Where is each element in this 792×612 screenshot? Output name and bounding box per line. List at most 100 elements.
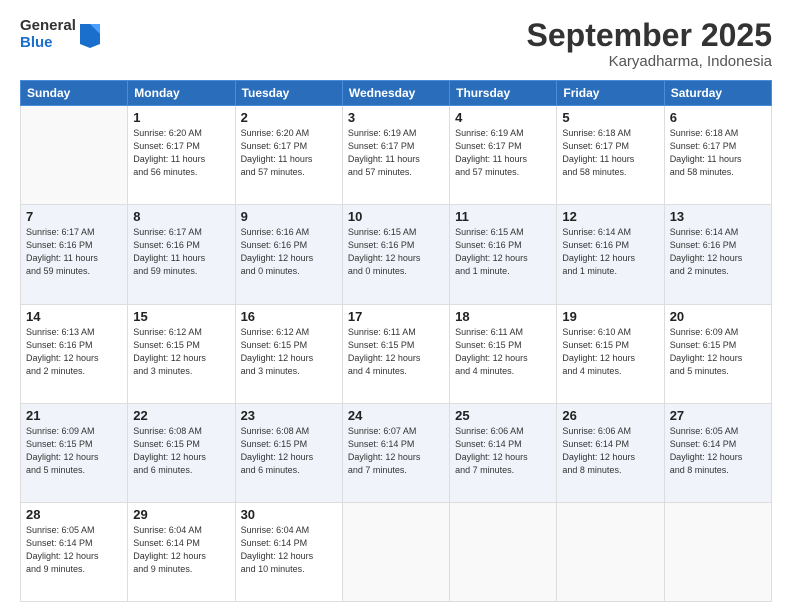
calendar-day-cell: 12 Sunrise: 6:14 AMSunset: 6:16 PMDayligh… [557,205,664,304]
day-header-monday: Monday [128,81,235,106]
day-number: 21 [26,408,122,423]
calendar-day-cell: 9Sunrise: 6:16 AMSunset: 6:16 PMDaylight… [235,205,342,304]
logo: General Blue [20,18,102,51]
day-header-thursday: Thursday [450,81,557,106]
day-info: Sunrise: 6:14 AMSunset: 6:16 PMDaylight:… [670,226,766,278]
day-number: 26 [562,408,658,423]
calendar-day-cell: 10Sunrise: 6:15 AMSunset: 6:16 PMDayligh… [342,205,449,304]
calendar-day-cell: 7 Sunrise: 6:17 AMSunset: 6:16 PMDaylight… [21,205,128,304]
calendar-day-cell: 28 Sunrise: 6:05 AMSunset: 6:14 PMDayligh… [21,502,128,601]
calendar-day-cell: 27 Sunrise: 6:05 AMSunset: 6:14 PMDayligh… [664,403,771,502]
day-header-saturday: Saturday [664,81,771,106]
calendar-day-cell: 18Sunrise: 6:11 AMSunset: 6:15 PMDayligh… [450,304,557,403]
day-info: Sunrise: 6:14 AMSunset: 6:16 PMDaylight:… [562,226,658,278]
calendar-day-cell: 17 Sunrise: 6:11 AMSunset: 6:15 PMDayligh… [342,304,449,403]
day-info: Sunrise: 6:18 AMSunset: 6:17 PMDaylight:… [562,127,658,179]
day-info: Sunrise: 6:09 AMSunset: 6:15 PMDaylight:… [26,425,122,477]
calendar-day-cell: 4 Sunrise: 6:19 AMSunset: 6:17 PMDaylight… [450,106,557,205]
day-number: 10 [348,209,444,224]
day-info: Sunrise: 6:19 AMSunset: 6:17 PMDaylight:… [455,127,551,179]
calendar-day-cell [450,502,557,601]
logo-icon [78,20,102,48]
calendar-week-row: 7 Sunrise: 6:17 AMSunset: 6:16 PMDaylight… [21,205,772,304]
calendar-day-cell: 26 Sunrise: 6:06 AMSunset: 6:14 PMDayligh… [557,403,664,502]
header: General Blue September 2025 Karyadharma,… [20,18,772,70]
calendar-header-row: SundayMondayTuesdayWednesdayThursdayFrid… [21,81,772,106]
day-info: Sunrise: 6:06 AMSunset: 6:14 PMDaylight:… [455,425,551,477]
calendar-day-cell: 6Sunrise: 6:18 AMSunset: 6:17 PMDaylight… [664,106,771,205]
day-info: Sunrise: 6:09 AMSunset: 6:15 PMDaylight:… [670,326,766,378]
day-number: 19 [562,309,658,324]
calendar-day-cell [21,106,128,205]
day-header-tuesday: Tuesday [235,81,342,106]
day-number: 20 [670,309,766,324]
day-info: Sunrise: 6:17 AMSunset: 6:16 PMDaylight:… [133,226,229,278]
day-number: 28 [26,507,122,522]
calendar-day-cell: 1 Sunrise: 6:20 AMSunset: 6:17 PMDaylight… [128,106,235,205]
calendar-day-cell: 29Sunrise: 6:04 AMSunset: 6:14 PMDayligh… [128,502,235,601]
day-info: Sunrise: 6:04 AMSunset: 6:14 PMDaylight:… [241,524,337,576]
day-number: 17 [348,309,444,324]
day-number: 4 [455,110,551,125]
day-info: Sunrise: 6:15 AMSunset: 6:16 PMDaylight:… [455,226,551,278]
calendar-day-cell: 16 Sunrise: 6:12 AMSunset: 6:15 PMDayligh… [235,304,342,403]
calendar: SundayMondayTuesdayWednesdayThursdayFrid… [20,80,772,602]
day-info: Sunrise: 6:19 AMSunset: 6:17 PMDaylight:… [348,127,444,179]
calendar-day-cell: 20 Sunrise: 6:09 AMSunset: 6:15 PMDayligh… [664,304,771,403]
calendar-day-cell [342,502,449,601]
day-info: Sunrise: 6:13 AMSunset: 6:16 PMDaylight:… [26,326,122,378]
page-title: September 2025 [527,18,772,53]
day-info: Sunrise: 6:20 AMSunset: 6:17 PMDaylight:… [241,127,337,179]
calendar-day-cell: 19Sunrise: 6:10 AMSunset: 6:15 PMDayligh… [557,304,664,403]
day-number: 2 [241,110,337,125]
day-header-wednesday: Wednesday [342,81,449,106]
page: General Blue September 2025 Karyadharma,… [0,0,792,612]
day-header-sunday: Sunday [21,81,128,106]
day-number: 24 [348,408,444,423]
calendar-day-cell: 30 Sunrise: 6:04 AMSunset: 6:14 PMDayligh… [235,502,342,601]
calendar-day-cell: 14 Sunrise: 6:13 AMSunset: 6:16 PMDayligh… [21,304,128,403]
logo-text: General Blue [20,18,76,51]
calendar-day-cell [664,502,771,601]
day-info: Sunrise: 6:12 AMSunset: 6:15 PMDaylight:… [241,326,337,378]
day-number: 16 [241,309,337,324]
day-number: 27 [670,408,766,423]
day-number: 30 [241,507,337,522]
calendar-day-cell: 2 Sunrise: 6:20 AMSunset: 6:17 PMDaylight… [235,106,342,205]
calendar-week-row: 14 Sunrise: 6:13 AMSunset: 6:16 PMDayligh… [21,304,772,403]
day-number: 8 [133,209,229,224]
day-info: Sunrise: 6:17 AMSunset: 6:16 PMDaylight:… [26,226,122,278]
day-number: 15 [133,309,229,324]
day-info: Sunrise: 6:16 AMSunset: 6:16 PMDaylight:… [241,226,337,278]
day-number: 25 [455,408,551,423]
day-number: 1 [133,110,229,125]
day-number: 14 [26,309,122,324]
logo-blue: Blue [20,35,76,52]
calendar-day-cell: 15Sunrise: 6:12 AMSunset: 6:15 PMDayligh… [128,304,235,403]
day-info: Sunrise: 6:20 AMSunset: 6:17 PMDaylight:… [133,127,229,179]
day-info: Sunrise: 6:08 AMSunset: 6:15 PMDaylight:… [133,425,229,477]
day-info: Sunrise: 6:11 AMSunset: 6:15 PMDaylight:… [348,326,444,378]
day-number: 23 [241,408,337,423]
calendar-day-cell: 5Sunrise: 6:18 AMSunset: 6:17 PMDaylight… [557,106,664,205]
day-number: 18 [455,309,551,324]
page-subtitle: Karyadharma, Indonesia [527,53,772,70]
day-number: 3 [348,110,444,125]
day-info: Sunrise: 6:07 AMSunset: 6:14 PMDaylight:… [348,425,444,477]
calendar-day-cell: 11Sunrise: 6:15 AMSunset: 6:16 PMDayligh… [450,205,557,304]
day-info: Sunrise: 6:05 AMSunset: 6:14 PMDaylight:… [26,524,122,576]
day-info: Sunrise: 6:05 AMSunset: 6:14 PMDaylight:… [670,425,766,477]
calendar-day-cell: 23 Sunrise: 6:08 AMSunset: 6:15 PMDayligh… [235,403,342,502]
logo-general: General [20,18,76,35]
calendar-day-cell [557,502,664,601]
day-info: Sunrise: 6:08 AMSunset: 6:15 PMDaylight:… [241,425,337,477]
day-info: Sunrise: 6:06 AMSunset: 6:14 PMDaylight:… [562,425,658,477]
day-number: 22 [133,408,229,423]
day-number: 7 [26,209,122,224]
day-number: 13 [670,209,766,224]
calendar-day-cell: 8 Sunrise: 6:17 AMSunset: 6:16 PMDaylight… [128,205,235,304]
day-number: 12 [562,209,658,224]
calendar-day-cell: 3 Sunrise: 6:19 AMSunset: 6:17 PMDaylight… [342,106,449,205]
calendar-day-cell: 13 Sunrise: 6:14 AMSunset: 6:16 PMDayligh… [664,205,771,304]
calendar-day-cell: 24 Sunrise: 6:07 AMSunset: 6:14 PMDayligh… [342,403,449,502]
